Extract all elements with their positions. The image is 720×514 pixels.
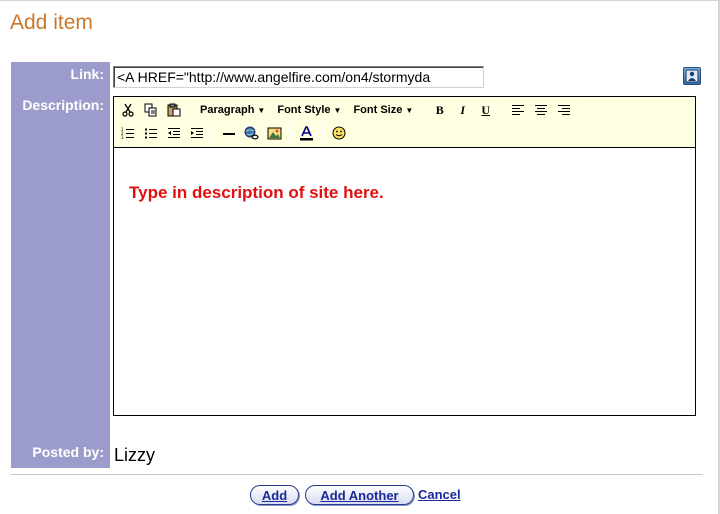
bullet-list-icon [144, 128, 157, 138]
underline-button[interactable]: U [474, 99, 497, 121]
chevron-down-icon: ▼ [333, 105, 342, 115]
font-style-dropdown-label: Font Style [277, 104, 331, 116]
paste-button[interactable] [162, 99, 185, 121]
link-input[interactable]: <A HREF="http://www.angelfire.com/on4/st… [113, 66, 484, 88]
cut-button[interactable] [116, 99, 139, 121]
toolbar-separator [501, 100, 503, 120]
address-book-button[interactable] [683, 67, 701, 85]
numbered-list-icon: 1 2 3 [121, 127, 134, 140]
font-color-icon [300, 125, 313, 140]
form-actions: Add Add Another Cancel [0, 485, 720, 507]
indent-icon [190, 127, 203, 138]
paste-icon [167, 103, 180, 117]
globe-link-icon [244, 126, 259, 140]
address-book-icon [685, 69, 699, 83]
copy-icon [144, 103, 156, 117]
posted-by-value: Lizzy [114, 445, 156, 465]
insert-link-button[interactable] [240, 122, 263, 144]
font-size-dropdown-label: Font Size [353, 104, 403, 116]
align-right-button[interactable] [552, 99, 575, 121]
label-column: Link: Description: Posted by: [11, 62, 110, 468]
align-right-icon [557, 105, 570, 115]
image-icon [267, 127, 282, 139]
posted-by-label: Posted by: [32, 444, 104, 460]
copy-button[interactable] [139, 99, 162, 121]
svg-text:3: 3 [121, 135, 124, 140]
font-color-button[interactable] [295, 122, 318, 144]
chevron-down-icon: ▼ [405, 105, 414, 115]
horizontal-rule-button[interactable] [217, 122, 240, 144]
editor-toolbar: Paragraph ▼ Font Style ▼ Font Size ▼ B I… [114, 97, 695, 148]
insert-image-button[interactable] [263, 122, 286, 144]
toolbar-separator [290, 123, 291, 143]
description-editor: Paragraph ▼ Font Style ▼ Font Size ▼ B I… [113, 96, 696, 416]
horizontal-rule-icon [222, 132, 235, 135]
add-button[interactable]: Add [250, 485, 299, 505]
bold-button[interactable]: B [428, 99, 451, 121]
indent-button[interactable] [185, 122, 208, 144]
align-center-icon [534, 105, 547, 115]
align-left-button[interactable] [506, 99, 529, 121]
add-another-button[interactable]: Add Another [305, 485, 414, 505]
toolbar-separator [212, 123, 213, 143]
description-label: Description: [22, 97, 104, 113]
align-center-button[interactable] [529, 99, 552, 121]
bullet-list-button[interactable] [139, 122, 162, 144]
toolbar-separator [189, 100, 190, 120]
numbered-list-button[interactable]: 1 2 3 [116, 122, 139, 144]
emoticon-button[interactable] [327, 122, 350, 144]
chevron-down-icon: ▼ [257, 105, 266, 115]
align-left-icon [511, 105, 524, 115]
description-text: Type in description of site here. [129, 183, 384, 202]
outdent-icon [167, 127, 180, 138]
outdent-button[interactable] [162, 122, 185, 144]
paragraph-dropdown[interactable]: Paragraph ▼ [194, 99, 271, 121]
italic-button[interactable]: I [451, 99, 474, 121]
scissors-icon [121, 103, 134, 117]
divider [11, 474, 703, 475]
toolbar-separator [579, 100, 581, 120]
editor-content-area[interactable]: Type in description of site here. [114, 149, 695, 415]
paragraph-dropdown-label: Paragraph [200, 104, 255, 116]
smiley-icon [332, 126, 345, 140]
font-size-dropdown[interactable]: Font Size ▼ [347, 99, 419, 121]
link-label: Link: [70, 66, 104, 82]
toolbar-row-1: Paragraph ▼ Font Style ▼ Font Size ▼ B I… [116, 99, 584, 121]
toolbar-row-2: 1 2 3 [116, 122, 350, 144]
page-title: Add item [10, 11, 93, 34]
font-style-dropdown[interactable]: Font Style ▼ [271, 99, 347, 121]
toolbar-separator [322, 123, 323, 143]
cancel-link[interactable]: Cancel [418, 487, 461, 502]
toolbar-separator [423, 100, 425, 120]
